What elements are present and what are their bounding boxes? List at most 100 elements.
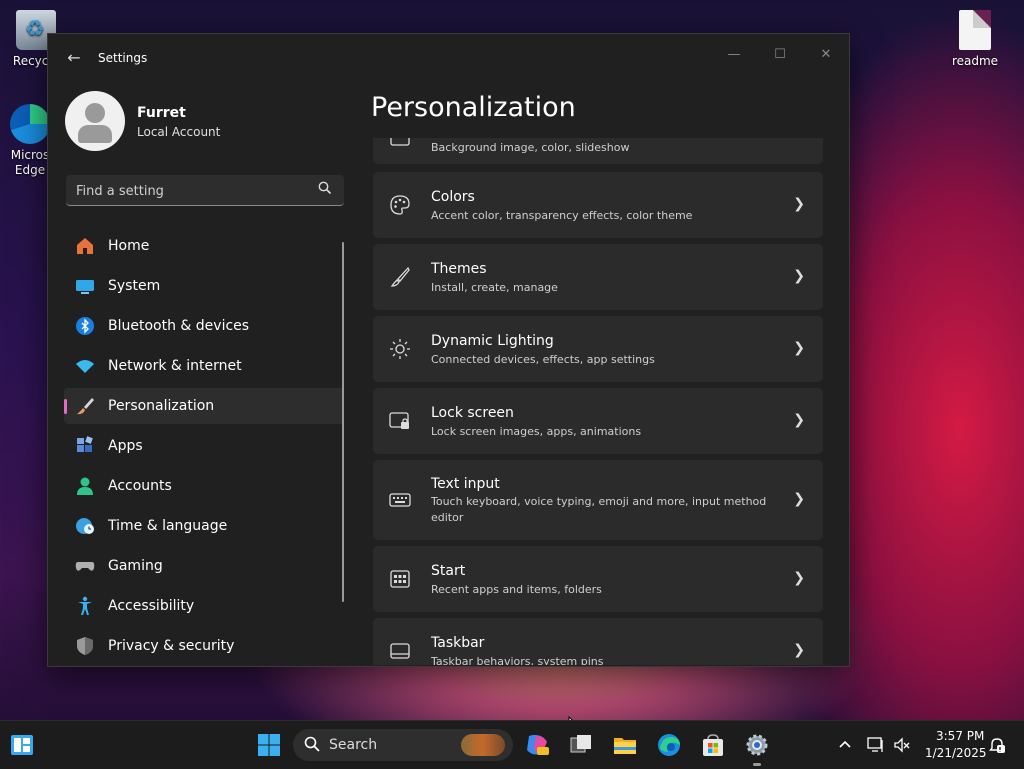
sidebar-item-accounts[interactable]: Accounts	[64, 468, 344, 504]
brush-icon	[77, 398, 94, 415]
volume-muted-icon[interactable]	[893, 736, 911, 754]
back-button[interactable]: ←	[64, 48, 84, 68]
keyboard-icon	[389, 493, 411, 507]
accessibility-icon	[78, 596, 92, 615]
page-title: Personalization	[371, 92, 576, 123]
chevron-right-icon: ❯	[793, 340, 805, 356]
sidebar-item-label: Apps	[108, 438, 143, 454]
taskbar-search[interactable]: Search	[293, 729, 513, 761]
bluetooth-icon	[76, 317, 94, 335]
chevron-right-icon: ❯	[793, 268, 805, 284]
card-title: Lock screen	[431, 405, 514, 421]
background-icon	[390, 138, 410, 146]
title-bar[interactable]: ← Settings — ☐ ✕	[48, 34, 849, 82]
settings-search-input[interactable]	[66, 175, 318, 207]
close-button[interactable]: ✕	[803, 40, 849, 70]
sidebar-item-label: Privacy & security	[108, 638, 235, 654]
account-type: Local Account	[137, 125, 221, 139]
card-lock-screen[interactable]: Lock screen Lock screen images, apps, an…	[373, 388, 823, 454]
sidebar-scrollbar[interactable]	[342, 242, 344, 602]
sidebar-item-gaming[interactable]: Gaming	[64, 548, 344, 584]
sidebar-item-label: Home	[108, 238, 150, 254]
windows-start-icon[interactable]	[256, 732, 282, 758]
card-subtitle: Accent color, transparency effects, colo…	[431, 209, 693, 222]
chevron-right-icon: ❯	[793, 491, 805, 507]
sidebar-item-label: Network & internet	[108, 358, 242, 374]
sidebar-item-home[interactable]: Home	[64, 228, 344, 264]
text-file-icon	[959, 10, 991, 50]
clock-time[interactable]: 3:57 PM	[936, 729, 984, 743]
card-subtitle: Install, create, manage	[431, 281, 558, 294]
card-title: Dynamic Lighting	[431, 333, 554, 349]
file-explorer-icon[interactable]	[612, 732, 638, 758]
palette-icon	[390, 195, 410, 215]
sidebar-item-label: Time & language	[108, 518, 228, 534]
gamepad-icon	[75, 562, 95, 571]
widgets-icon[interactable]	[9, 732, 35, 758]
clock-date[interactable]: 1/21/2025	[925, 746, 987, 760]
sidebar-item-label: Bluetooth & devices	[108, 318, 250, 334]
copilot-icon[interactable]	[524, 732, 550, 758]
user-profile[interactable]: Furret Local Account	[65, 91, 345, 151]
card-colors[interactable]: Colors Accent color, transparency effect…	[373, 172, 823, 238]
chevron-up-icon[interactable]	[838, 738, 852, 752]
card-title: Start	[431, 563, 466, 579]
card-themes[interactable]: Themes Install, create, manage ❯	[373, 244, 823, 310]
card-subtitle: Touch keyboard, voice typing, emoji and …	[431, 495, 767, 524]
taskbar: Search 3:57 PM 1/21/2025	[0, 720, 1024, 769]
network-icon[interactable]	[867, 736, 885, 754]
settings-gear-icon[interactable]	[744, 732, 770, 758]
card-title: Text input	[431, 476, 500, 492]
maximize-button[interactable]: ☐	[757, 40, 803, 70]
card-text-input[interactable]: Text input Touch keyboard, voice typing,…	[373, 460, 823, 540]
chevron-right-icon: ❯	[793, 570, 805, 586]
notification-icon[interactable]	[988, 736, 1006, 754]
minimize-button[interactable]: —	[711, 40, 757, 70]
sidebar-item-time-language[interactable]: Time & language	[64, 508, 344, 544]
readme-desktop-icon[interactable]: readme	[944, 10, 1006, 68]
search-icon[interactable]	[318, 181, 332, 195]
active-app-indicator	[753, 763, 761, 766]
card-background[interactable]: Background image, color, slideshow	[373, 138, 823, 164]
chevron-right-icon: ❯	[793, 412, 805, 428]
sidebar-item-system[interactable]: System	[64, 268, 344, 304]
card-title: Themes	[431, 261, 487, 277]
card-title: Taskbar	[431, 635, 485, 651]
settings-window: ← Settings — ☐ ✕ Furret Local Account Ho…	[47, 33, 850, 667]
globe-clock-icon	[76, 518, 94, 534]
sidebar-item-network[interactable]: Network & internet	[64, 348, 344, 384]
task-view-icon[interactable]	[568, 732, 594, 758]
home-icon	[77, 238, 93, 254]
edge-browser-icon[interactable]	[656, 732, 682, 758]
sidebar-item-personalization[interactable]: Personalization	[64, 388, 344, 424]
card-title: Colors	[431, 189, 475, 205]
card-subtitle: Lock screen images, apps, animations	[431, 425, 642, 438]
microsoft-store-icon[interactable]	[700, 732, 726, 758]
sidebar-item-accessibility[interactable]: Accessibility	[64, 588, 344, 624]
card-dynamic-lighting[interactable]: Dynamic Lighting Connected devices, effe…	[373, 316, 823, 382]
system-icon	[76, 280, 94, 294]
avatar[interactable]	[65, 91, 125, 151]
edge-icon	[10, 104, 50, 144]
sidebar-item-label: System	[108, 278, 161, 294]
settings-content: Background image, color, slideshow Color…	[373, 138, 823, 665]
card-subtitle: Recent apps and items, folders	[431, 583, 602, 596]
search-icon	[304, 736, 320, 752]
card-subtitle: Background image, color, slideshow	[431, 141, 630, 154]
window-title: Settings	[98, 51, 148, 65]
sidebar-item-bluetooth[interactable]: Bluetooth & devices	[64, 308, 344, 344]
user-name: Furret	[137, 105, 186, 121]
card-taskbar[interactable]: Taskbar Taskbar behaviors, system pins ❯	[373, 618, 823, 665]
card-subtitle: Connected devices, effects, app settings	[431, 353, 655, 366]
sidebar-item-label: Accounts	[108, 478, 172, 494]
card-start[interactable]: Start Recent apps and items, folders ❯	[373, 546, 823, 612]
chevron-right-icon: ❯	[793, 642, 805, 658]
start-icon	[390, 570, 410, 588]
sidebar-item-label: Accessibility	[108, 598, 195, 614]
person-icon	[77, 477, 93, 495]
sidebar-item-apps[interactable]: Apps	[64, 428, 344, 464]
sidebar-item-label: Gaming	[108, 558, 163, 574]
sidebar-item-privacy-security[interactable]: Privacy & security	[64, 628, 344, 664]
settings-search-box[interactable]	[66, 175, 344, 207]
apps-icon	[77, 436, 93, 452]
